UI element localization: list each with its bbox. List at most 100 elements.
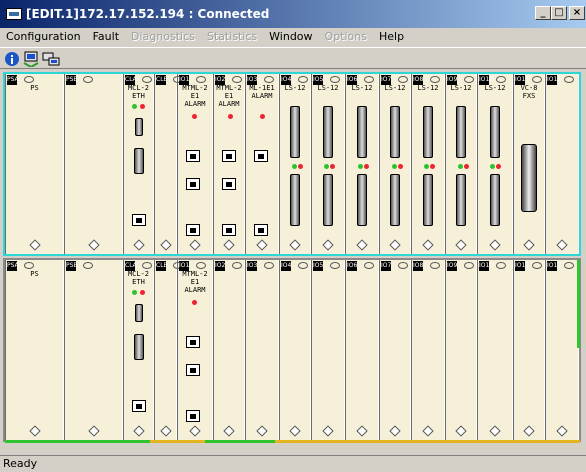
slot-io12[interactable]: IO12 — [545, 260, 579, 440]
eye-icon[interactable] — [298, 262, 308, 269]
slot-cla[interactable]: CLA MCL-2 ETH — [123, 74, 154, 254]
rj-port-1[interactable] — [222, 150, 236, 162]
rj-port-3[interactable] — [186, 364, 200, 376]
eye-icon[interactable] — [398, 76, 408, 83]
eye-icon[interactable] — [564, 262, 574, 269]
slot-io4[interactable]: IO4 — [279, 260, 311, 440]
close-button[interactable]: × — [569, 6, 585, 20]
slot-cla[interactable]: CLA MCL-2 ETH — [123, 260, 154, 440]
eye-icon[interactable] — [264, 262, 274, 269]
slot-io1[interactable]: IO1 MTML-2 E1 ALARM — [177, 74, 213, 254]
app-icon[interactable] — [6, 8, 22, 20]
eye-icon[interactable] — [196, 76, 206, 83]
rj-port-3[interactable] — [186, 178, 200, 190]
diamond-icon[interactable] — [256, 425, 268, 437]
eye-icon[interactable] — [232, 76, 242, 83]
diamond-icon[interactable] — [389, 239, 401, 251]
rj-port-1[interactable] — [254, 150, 268, 162]
rj-port-3[interactable] — [222, 178, 236, 190]
eye-icon[interactable] — [24, 262, 34, 269]
connect-icon[interactable] — [42, 51, 60, 67]
slot-io3[interactable]: IO3 ML-1E1 ALARM — [245, 74, 279, 254]
diamond-icon[interactable] — [189, 239, 201, 251]
slot-io5[interactable]: IO5 LS-12 — [311, 74, 345, 254]
slot-io11[interactable]: IO11 VC-8 FXS — [513, 74, 545, 254]
diamond-icon[interactable] — [356, 425, 368, 437]
slot-io5[interactable]: IO5 — [311, 260, 345, 440]
eye-icon[interactable] — [430, 262, 440, 269]
ethernet-port[interactable] — [132, 214, 146, 226]
slot-io6[interactable]: IO6 — [345, 260, 379, 440]
eye-icon[interactable] — [298, 76, 308, 83]
diamond-icon[interactable] — [289, 239, 301, 251]
diamond-icon[interactable] — [132, 425, 145, 437]
diamond-icon[interactable] — [322, 425, 334, 437]
connector-top[interactable] — [456, 106, 466, 158]
slot-io2[interactable]: IO2 — [213, 260, 245, 440]
eye-icon[interactable] — [398, 262, 408, 269]
diamond-icon[interactable] — [422, 425, 434, 437]
connector-top[interactable] — [323, 106, 333, 158]
diamond-icon[interactable] — [132, 239, 145, 251]
diamond-icon[interactable] — [289, 425, 301, 437]
slot-psa[interactable]: PSA PS — [5, 74, 64, 254]
diamond-icon[interactable] — [28, 239, 41, 251]
slot-io8[interactable]: IO8 — [411, 260, 445, 440]
connector-bottom[interactable] — [390, 174, 400, 226]
diamond-icon[interactable] — [189, 425, 201, 437]
slot-io1[interactable]: IO1 MTML-2 E1 ALARM — [177, 260, 213, 440]
diamond-icon[interactable] — [322, 239, 334, 251]
slot-io7[interactable]: IO7 LS-12 — [379, 74, 411, 254]
diamond-icon[interactable] — [489, 425, 501, 437]
slot-psb[interactable]: PSB — [64, 260, 123, 440]
info-icon[interactable] — [4, 51, 22, 67]
menu-statistics[interactable]: Statistics — [201, 28, 263, 46]
eye-icon[interactable] — [330, 262, 340, 269]
port-stack[interactable] — [134, 118, 143, 136]
eye-icon[interactable] — [142, 262, 152, 269]
rj-port-2[interactable] — [222, 224, 236, 236]
eye-icon[interactable] — [196, 262, 206, 269]
slot-io9[interactable]: IO9 LS-12 — [445, 74, 477, 254]
diamond-icon[interactable] — [455, 239, 467, 251]
slot-io4[interactable]: IO4 LS-12 — [279, 74, 311, 254]
diamond-icon[interactable] — [523, 239, 535, 251]
diamond-icon[interactable] — [223, 425, 235, 437]
slot-io2[interactable]: IO2 MTML-2 E1 ALARM — [213, 74, 245, 254]
eye-icon[interactable] — [364, 76, 374, 83]
eye-icon[interactable] — [264, 76, 274, 83]
eye-icon[interactable] — [430, 76, 440, 83]
rj-port-2[interactable] — [186, 410, 200, 422]
slot-io8[interactable]: IO8 LS-12 — [411, 74, 445, 254]
slot-clb[interactable]: CLB — [154, 260, 183, 440]
diamond-icon[interactable] — [523, 425, 535, 437]
connector-bottom[interactable] — [490, 174, 500, 226]
menu-window[interactable]: Window — [263, 28, 318, 46]
serial-port[interactable] — [133, 334, 144, 360]
eye-icon[interactable] — [24, 76, 34, 83]
diamond-icon[interactable] — [223, 239, 235, 251]
diamond-icon[interactable] — [87, 239, 100, 251]
eye-icon[interactable] — [142, 76, 152, 83]
diamond-icon[interactable] — [556, 425, 568, 437]
eye-icon[interactable] — [464, 76, 474, 83]
network-icon[interactable] — [22, 51, 40, 69]
maximize-button[interactable]: □ — [551, 6, 567, 20]
diamond-icon[interactable] — [256, 239, 268, 251]
slot-io11[interactable]: IO11 — [513, 260, 545, 440]
diamond-icon[interactable] — [87, 425, 100, 437]
diamond-icon[interactable] — [455, 425, 467, 437]
diamond-icon[interactable] — [389, 425, 401, 437]
slot-io3[interactable]: IO3 — [245, 260, 279, 440]
eye-icon[interactable] — [564, 76, 574, 83]
connector-bottom[interactable] — [290, 174, 300, 226]
menu-help[interactable]: Help — [373, 28, 410, 46]
connector-top[interactable] — [290, 106, 300, 158]
diamond-icon[interactable] — [159, 239, 172, 251]
connector-top[interactable] — [357, 106, 367, 158]
rj-port-1[interactable] — [186, 336, 200, 348]
ethernet-port[interactable] — [132, 400, 146, 412]
title-bar[interactable]: [EDIT.1]172.17.152.194 : Connected _ □ × — [0, 0, 586, 28]
eye-icon[interactable] — [532, 262, 542, 269]
diamond-icon[interactable] — [422, 239, 434, 251]
